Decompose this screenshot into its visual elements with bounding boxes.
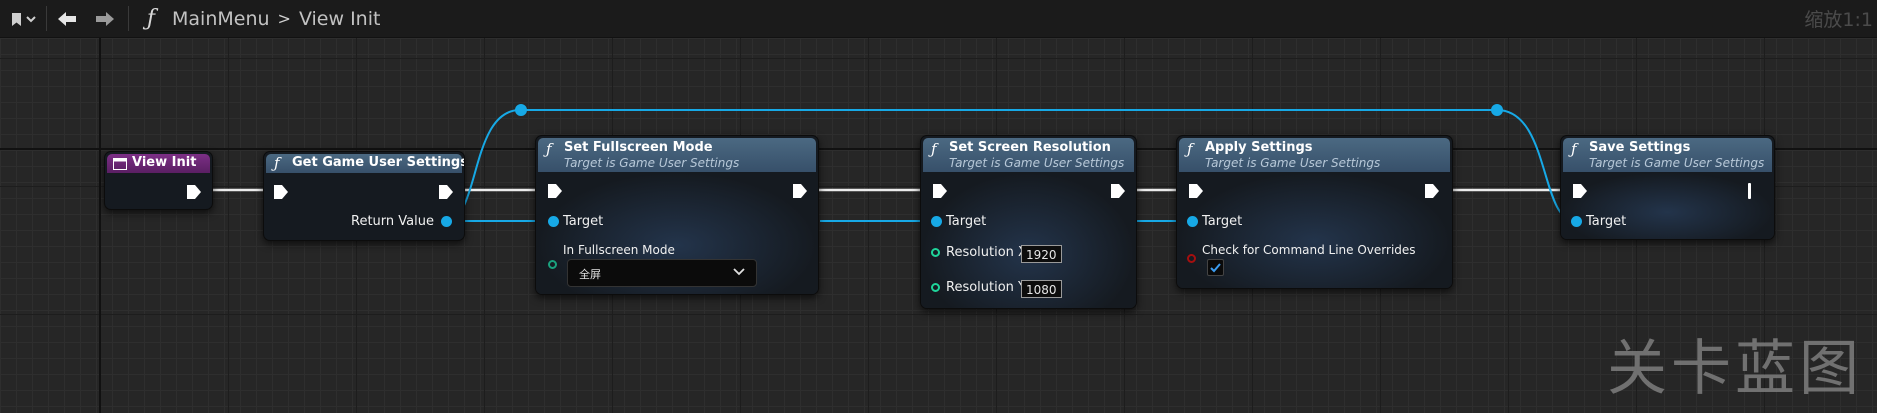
fullscreen-mode-input-pin[interactable] xyxy=(548,260,557,269)
exec-input-pin[interactable] xyxy=(272,183,290,201)
node-subtitle: Target is Game User Settings xyxy=(1589,156,1765,170)
node-title: Set Screen Resolution xyxy=(949,140,1111,155)
exec-input-pin[interactable] xyxy=(546,182,564,200)
function-icon: ƒ xyxy=(1571,140,1577,158)
node-header: View Init xyxy=(107,154,210,173)
function-icon: ƒ xyxy=(546,140,552,158)
resolution-x-label: Resolution X xyxy=(946,245,1027,260)
node-set-fullscreen-mode[interactable]: ƒ Set Fullscreen Mode Target is Game Use… xyxy=(535,135,819,295)
level-blueprint-watermark: 关卡蓝图 xyxy=(1607,334,1863,404)
chevron-down-icon xyxy=(733,268,745,276)
target-input-pin[interactable] xyxy=(1571,216,1582,227)
resolution-x-input-pin[interactable] xyxy=(931,248,940,257)
exec-input-pin[interactable] xyxy=(1187,182,1205,200)
node-subtitle: Target is Game User Settings xyxy=(564,156,740,170)
fullscreen-mode-dropdown[interactable]: 全屏 xyxy=(567,259,757,287)
checkmark-icon xyxy=(1210,263,1221,273)
target-label: Target xyxy=(1202,214,1243,229)
node-get-game-user-settings[interactable]: ƒ Get Game User Settings Return Value xyxy=(263,151,465,241)
target-input-pin[interactable] xyxy=(548,216,559,227)
exec-output-pin[interactable] xyxy=(791,182,809,200)
target-input-pin[interactable] xyxy=(931,216,942,227)
node-set-screen-resolution[interactable]: ƒ Set Screen Resolution Target is Game U… xyxy=(920,135,1137,309)
event-icon xyxy=(113,158,127,170)
fullscreen-mode-label: In Fullscreen Mode xyxy=(563,243,675,257)
wire-reroute-knot-2[interactable] xyxy=(1491,104,1503,116)
exec-output-pin[interactable] xyxy=(1423,182,1441,200)
resolution-x-field[interactable]: 1920 xyxy=(1021,245,1062,263)
node-title: Save Settings xyxy=(1589,140,1691,155)
node-apply-settings[interactable]: ƒ Apply Settings Target is Game User Set… xyxy=(1176,135,1453,289)
target-label: Target xyxy=(563,214,604,229)
target-input-pin[interactable] xyxy=(1187,216,1198,227)
node-view-init[interactable]: View Init xyxy=(104,151,213,210)
node-header: ƒ Get Game User Settings xyxy=(266,154,465,173)
check-overrides-input-pin[interactable] xyxy=(1187,254,1196,263)
node-header: ƒ Apply Settings Target is Game User Set… xyxy=(1179,138,1450,172)
function-icon: ƒ xyxy=(931,140,937,158)
exec-output-pin[interactable] xyxy=(185,183,203,201)
node-header: ƒ Set Fullscreen Mode Target is Game Use… xyxy=(538,138,816,172)
resolution-y-field[interactable]: 1080 xyxy=(1021,280,1062,298)
exec-output-pin[interactable] xyxy=(437,183,455,201)
exec-input-pin[interactable] xyxy=(931,182,949,200)
return-value-label: Return Value xyxy=(351,214,434,229)
exec-input-pin[interactable] xyxy=(1571,182,1589,200)
check-overrides-label: Check for Command Line Overrides xyxy=(1202,243,1416,257)
node-subtitle: Target is Game User Settings xyxy=(949,156,1125,170)
node-title: Get Game User Settings xyxy=(292,155,465,170)
node-subtitle: Target is Game User Settings xyxy=(1205,156,1381,170)
resolution-y-label: Resolution Y xyxy=(946,280,1026,295)
node-title: Set Fullscreen Mode xyxy=(564,140,713,155)
fullscreen-mode-value: 全屏 xyxy=(579,268,601,281)
node-header: ƒ Save Settings Target is Game User Sett… xyxy=(1563,138,1772,172)
target-label: Target xyxy=(1586,214,1627,229)
return-value-pin[interactable] xyxy=(441,216,452,227)
target-label: Target xyxy=(946,214,987,229)
function-icon: ƒ xyxy=(1187,140,1193,158)
exec-output-pin[interactable] xyxy=(1748,183,1751,199)
node-title: Apply Settings xyxy=(1205,140,1313,155)
exec-output-pin[interactable] xyxy=(1109,182,1127,200)
resolution-y-input-pin[interactable] xyxy=(931,283,940,292)
check-overrides-checkbox[interactable] xyxy=(1207,259,1224,276)
wire-reroute-knot-1[interactable] xyxy=(515,104,527,116)
node-header: ƒ Set Screen Resolution Target is Game U… xyxy=(923,138,1134,172)
function-icon: ƒ xyxy=(274,154,280,172)
node-save-settings[interactable]: ƒ Save Settings Target is Game User Sett… xyxy=(1560,135,1775,240)
node-title: View Init xyxy=(132,155,197,170)
